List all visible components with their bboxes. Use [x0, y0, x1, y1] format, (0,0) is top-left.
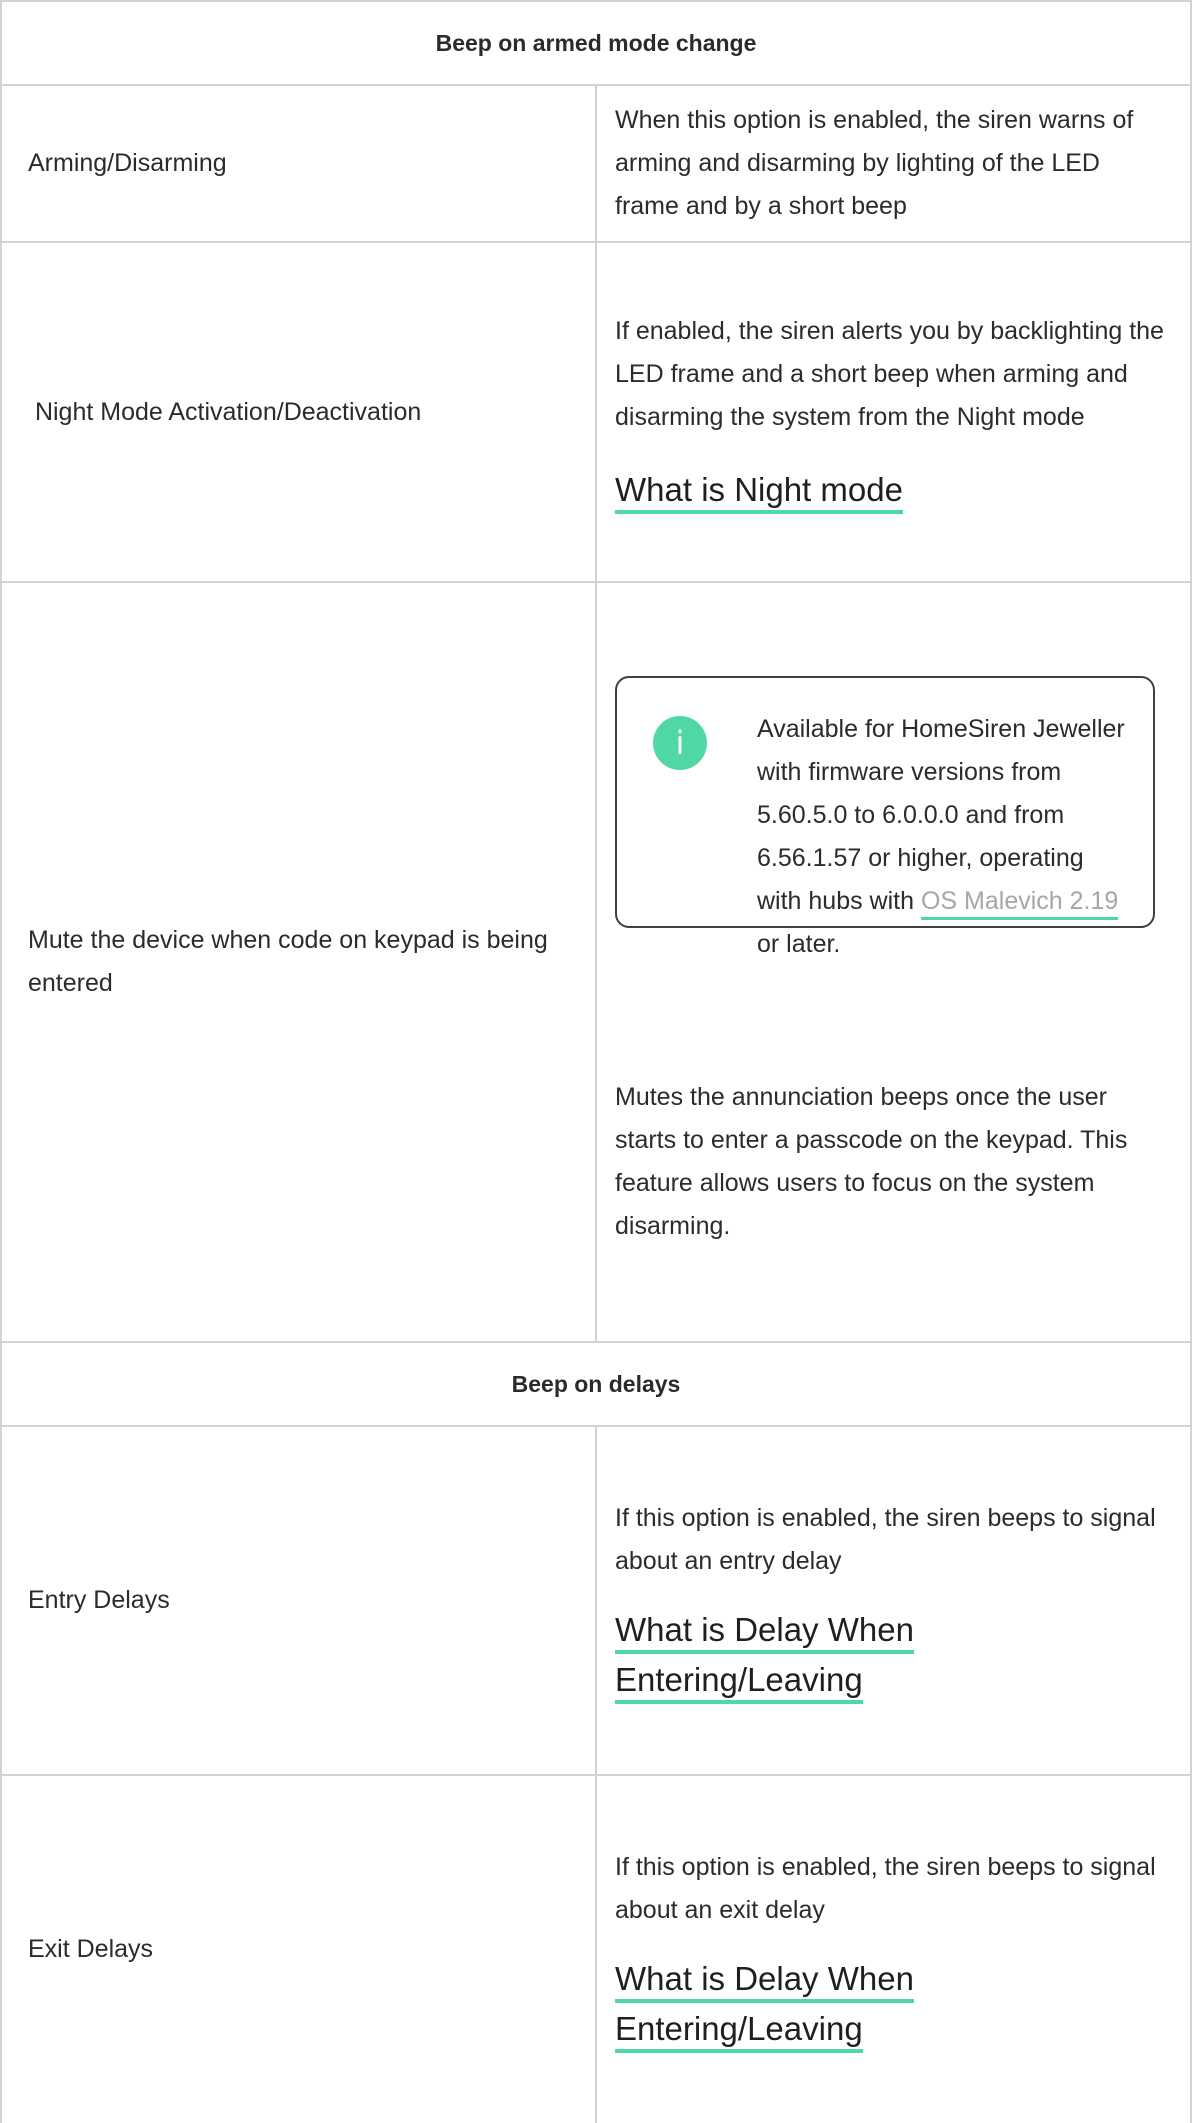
- notice-text-before: Available for HomeSiren Jeweller with fi…: [757, 715, 1125, 915]
- row-label: Mute the device when code on keypad is b…: [0, 581, 597, 1343]
- table-row-exit-delays: Exit Delays If this option is enabled, t…: [0, 1774, 1192, 2123]
- description-text: When this option is enabled, the siren w…: [615, 106, 1134, 220]
- link-container: What is Night mode: [615, 465, 1170, 515]
- section-header-armed-mode: Beep on armed mode change: [0, 0, 1192, 86]
- section-header-delays: Beep on delays: [0, 1341, 1192, 1427]
- info-icon: i: [653, 716, 707, 770]
- info-notice: i Available for HomeSiren Jeweller with …: [615, 676, 1155, 958]
- notice-text-after: or later.: [757, 930, 841, 958]
- link-container: What is Delay When Entering/Leaving: [615, 1954, 1170, 2054]
- night-mode-link[interactable]: What is Night mode: [615, 470, 903, 514]
- table-row-night-mode: Night Mode Activation/Deactivation If en…: [0, 241, 1192, 583]
- settings-table: Beep on armed mode change Arming/Disarmi…: [0, 0, 1192, 2123]
- os-malevich-link[interactable]: OS Malevich 2.19: [920, 887, 1119, 920]
- table-row-entry-delays: Entry Delays If this option is enabled, …: [0, 1425, 1192, 1776]
- delay-link[interactable]: What is Delay When Entering/Leaving: [615, 1610, 914, 1704]
- table-row-arming: Arming/Disarming When this option is ena…: [0, 84, 1192, 243]
- row-label: Exit Delays: [0, 1774, 597, 2123]
- section-title: Beep on armed mode change: [0, 0, 1192, 86]
- row-description: If this option is enabled, the siren bee…: [595, 1425, 1192, 1776]
- row-description: i Available for HomeSiren Jeweller with …: [595, 581, 1192, 1343]
- delay-link[interactable]: What is Delay When Entering/Leaving: [615, 1959, 914, 2053]
- row-description: When this option is enabled, the siren w…: [595, 84, 1192, 243]
- notice-text: Available for HomeSiren Jeweller with fi…: [757, 708, 1129, 966]
- row-description: If enabled, the siren alerts you by back…: [595, 241, 1192, 583]
- description-text: Mutes the annunciation beeps once the us…: [615, 1083, 1128, 1240]
- row-label: Entry Delays: [0, 1425, 597, 1776]
- description-text: If this option is enabled, the siren bee…: [615, 1503, 1156, 1575]
- row-label: Night Mode Activation/Deactivation: [0, 241, 597, 583]
- settings-table-container: Beep on armed mode change Arming/Disarmi…: [0, 0, 1192, 2123]
- row-label: Arming/Disarming: [0, 84, 597, 243]
- table-row-mute-keypad: Mute the device when code on keypad is b…: [0, 581, 1192, 1343]
- link-container: What is Delay When Entering/Leaving: [615, 1605, 1170, 1705]
- section-title: Beep on delays: [0, 1341, 1192, 1427]
- description-text: If enabled, the siren alerts you by back…: [615, 316, 1164, 431]
- description-text: If this option is enabled, the siren bee…: [615, 1852, 1156, 1924]
- row-description: If this option is enabled, the siren bee…: [595, 1774, 1192, 2123]
